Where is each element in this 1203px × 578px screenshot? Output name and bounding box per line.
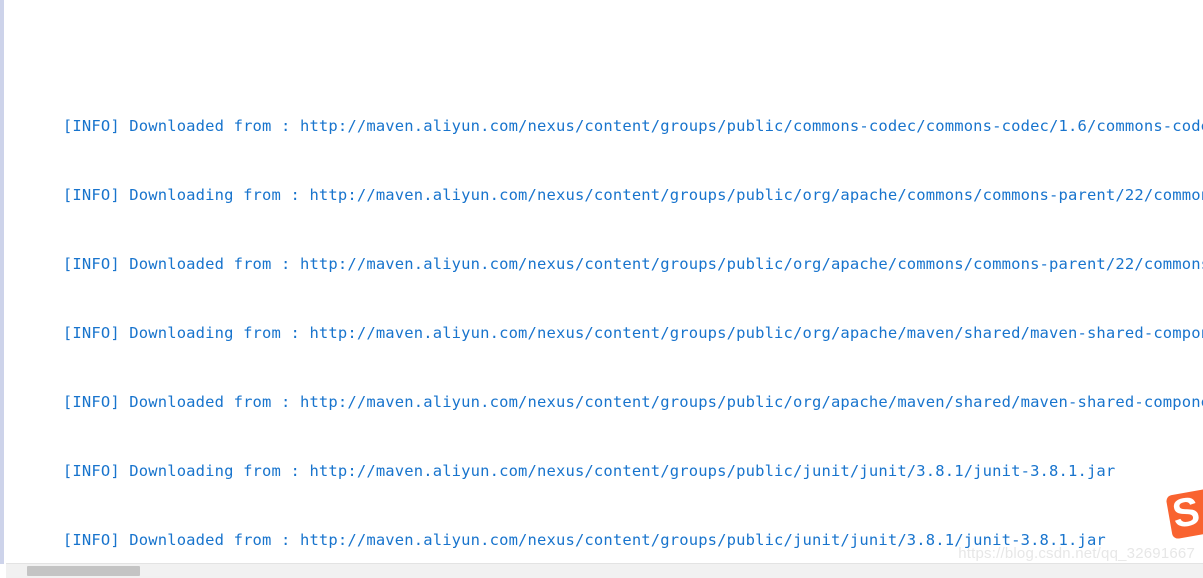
console-bottom-padding (6, 554, 1203, 563)
maven-console-window: [INFO] Downloaded from : http://maven.al… (0, 0, 1203, 578)
log-line: [INFO] Downloaded from : http://maven.al… (6, 92, 1203, 135)
log-message: Downloading from : http://maven.aliyun.c… (129, 324, 1203, 342)
log-line: [INFO] Downloading from : http://maven.a… (6, 437, 1203, 480)
log-message: Downloaded from : http://maven.aliyun.co… (119, 117, 1203, 135)
log-message: Downloaded from : http://maven.aliyun.co… (119, 531, 1106, 549)
log-line: [INFO] Downloaded from : http://maven.al… (6, 230, 1203, 273)
log-message: Downloaded from : http://maven.aliyun.co… (129, 255, 1203, 273)
log-level-tag: [INFO] (62, 531, 120, 549)
log-message: Downloading from : http://maven.aliyun.c… (129, 186, 1203, 204)
log-line: [INFO] Downloaded from : http://maven.al… (6, 368, 1203, 411)
log-line: [INFO] Downloaded from : http://maven.al… (6, 506, 1203, 549)
log-level-tag: [INFO] (62, 186, 120, 204)
console-output-area[interactable]: [INFO] Downloaded from : http://maven.al… (6, 0, 1203, 555)
horizontal-scrollbar-thumb[interactable] (27, 566, 140, 576)
log-line: [INFO] Downloading from : http://maven.a… (6, 161, 1203, 204)
log-level-tag: [INFO] (62, 462, 120, 480)
log-level-tag: [INFO] (62, 324, 120, 342)
csdn-logo-icon: S (1165, 488, 1203, 540)
log-level-tag: [INFO] (62, 117, 120, 135)
log-line: [INFO] Downloading from : http://maven.a… (6, 299, 1203, 342)
log-level-tag: [INFO] (62, 393, 120, 411)
horizontal-scrollbar[interactable] (6, 563, 1203, 578)
log-message: Downloaded from : http://maven.aliyun.co… (129, 393, 1203, 411)
log-message: Downloading from : http://maven.aliyun.c… (119, 462, 1116, 480)
log-level-tag: [INFO] (62, 255, 120, 273)
csdn-logo-glyph: S (1169, 488, 1203, 537)
